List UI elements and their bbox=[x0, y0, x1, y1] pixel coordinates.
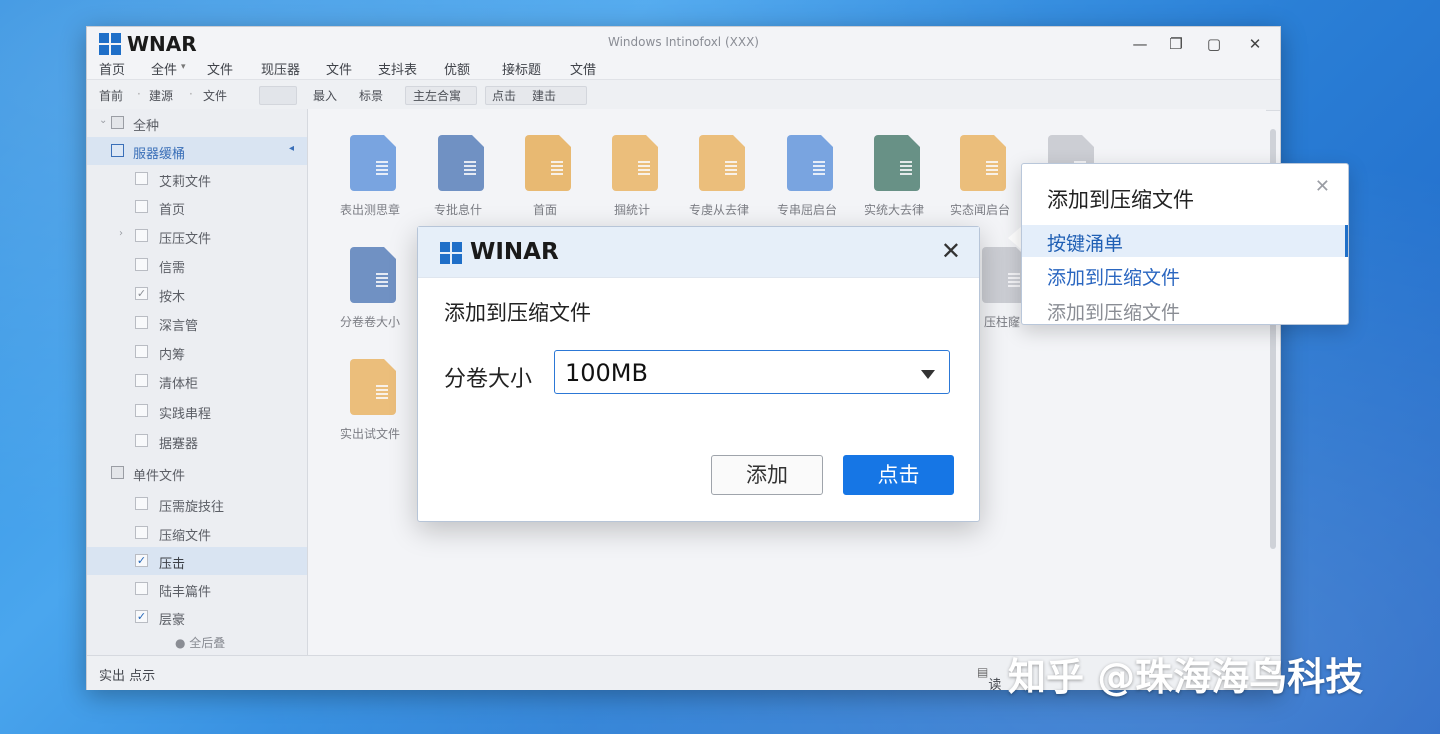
menu-item[interactable]: 首页 bbox=[99, 59, 125, 78]
toolbar-action[interactable]: 点击 bbox=[492, 87, 516, 104]
checkbox[interactable] bbox=[135, 497, 148, 510]
sidebar-item-server[interactable]: 服器缓桶 ◂ bbox=[87, 137, 307, 165]
dialog-brand: WINAR bbox=[470, 239, 559, 265]
window-title: Windows Intinofoxl (XXX) bbox=[608, 35, 759, 49]
sidebar-item[interactable]: 深言管 bbox=[87, 309, 307, 337]
chevron-down-icon: ▾ bbox=[181, 62, 186, 72]
title-bar: WNAR Windows Intinofoxl (XXX) — ❐ ▢ ✕ bbox=[87, 27, 1280, 61]
sidebar-item[interactable]: 内筹 bbox=[87, 338, 307, 366]
popup-title: 添加到压缩文件 bbox=[1047, 188, 1194, 212]
checkbox[interactable] bbox=[135, 404, 148, 417]
checkbox[interactable] bbox=[135, 526, 148, 539]
checkbox[interactable]: ✓ bbox=[135, 554, 148, 567]
add-to-archive-dialog: WINAR ✕ 添加到压缩文件 分卷大小 100MB 添加 点击 bbox=[417, 226, 980, 522]
sidebar-item[interactable]: ✓ 层豪 bbox=[87, 603, 307, 631]
volume-size-select[interactable]: 100MB bbox=[554, 350, 950, 394]
sidebar-footer[interactable]: ● 全后叠 bbox=[87, 631, 307, 655]
separator: · bbox=[137, 87, 141, 101]
popup-item[interactable]: 添加到压缩文件 bbox=[1022, 294, 1348, 324]
checkbox[interactable] bbox=[135, 258, 148, 271]
sidebar-item[interactable]: 信需 bbox=[87, 251, 307, 279]
close-icon[interactable]: ✕ bbox=[941, 237, 961, 265]
sidebar-item-all[interactable]: ⌄ 全种 bbox=[87, 109, 307, 137]
maximize-button[interactable]: ▢ bbox=[1201, 33, 1227, 55]
checkbox[interactable] bbox=[135, 582, 148, 595]
menu-item[interactable]: 文件 bbox=[326, 59, 352, 78]
chevron-down-icon bbox=[921, 370, 935, 379]
checkbox[interactable] bbox=[135, 316, 148, 329]
sidebar-item[interactable]: › 压压文件 bbox=[87, 222, 307, 250]
volume-size-value: 100MB bbox=[565, 359, 648, 387]
sidebar-item[interactable]: 据蹇器 bbox=[87, 427, 307, 455]
close-icon[interactable]: ✕ bbox=[1315, 176, 1330, 197]
checkbox[interactable] bbox=[135, 200, 148, 213]
status-right: ▤ 读 bbox=[977, 665, 1002, 693]
toolbar-view[interactable]: 标景 bbox=[359, 87, 383, 104]
sidebar-item[interactable]: 清体柜 bbox=[87, 367, 307, 395]
menu-item[interactable]: 文借 bbox=[570, 59, 596, 78]
checkbox[interactable] bbox=[135, 345, 148, 358]
menu-item[interactable]: 优额 bbox=[444, 59, 470, 78]
sidebar-item[interactable]: 首页 bbox=[87, 193, 307, 221]
restore-button[interactable]: ❐ bbox=[1163, 33, 1189, 55]
checkbox[interactable] bbox=[135, 374, 148, 387]
checkbox[interactable] bbox=[135, 172, 148, 185]
menu-item[interactable]: 全件 bbox=[151, 59, 177, 78]
sidebar-item[interactable]: ✓ 按木 bbox=[87, 280, 307, 308]
view-toggle[interactable] bbox=[259, 86, 297, 105]
watermark-text: 知乎 @珠海海鸟科技 bbox=[1008, 655, 1364, 699]
checkbox[interactable] bbox=[135, 434, 148, 447]
popup-item[interactable]: 按键涌单 bbox=[1022, 225, 1348, 257]
checkbox[interactable]: ✓ bbox=[135, 610, 148, 623]
checkbox[interactable]: ✓ bbox=[135, 287, 148, 300]
menu-item[interactable]: 文件 bbox=[207, 59, 233, 78]
toolbar-nav[interactable]: 文件 bbox=[203, 87, 227, 104]
checkbox[interactable] bbox=[135, 229, 148, 242]
menu-item[interactable]: 现压器 bbox=[261, 59, 300, 78]
sidebar-item[interactable]: 压缩文件 bbox=[87, 519, 307, 547]
sidebar-item[interactable]: 压需旋技往 bbox=[87, 490, 307, 518]
dialog-title-bar: WINAR ✕ bbox=[418, 227, 979, 278]
sidebar-item[interactable]: 艾莉文件 bbox=[87, 165, 307, 193]
sidebar-item[interactable]: 实践串程 bbox=[87, 397, 307, 425]
confirm-button[interactable]: 点击 bbox=[843, 455, 954, 495]
toolbar-view[interactable]: 最入 bbox=[313, 87, 337, 104]
minimize-button[interactable]: — bbox=[1127, 33, 1153, 55]
add-button[interactable]: 添加 bbox=[711, 455, 823, 495]
sidebar-item[interactable]: 陆丰篇件 bbox=[87, 575, 307, 603]
volume-size-label: 分卷大小 bbox=[444, 367, 533, 392]
toolbar-nav[interactable]: 建源 bbox=[149, 87, 173, 104]
toolbar-action[interactable]: 主左合寓 bbox=[413, 87, 461, 104]
sidebar-item-single-files[interactable]: 单件文件 bbox=[87, 459, 307, 487]
toolbar-action[interactable]: 建击 bbox=[532, 87, 556, 104]
status-text: 实出 点示 bbox=[99, 669, 156, 684]
menu-item[interactable]: 支抖表 bbox=[378, 59, 417, 78]
popup-item[interactable]: 添加到压缩文件 bbox=[1022, 259, 1348, 291]
popup-pointer bbox=[1008, 226, 1022, 250]
toolbar: 首前 · 建源 · 文件 最入 标景 主左合寓 点击 建击 bbox=[87, 79, 1280, 111]
sidebar-tree: ⌄ 全种 服器缓桶 ◂ 艾莉文件 首页 › 压压文件 信需 ✓ 按木 深言管 内筹 … bbox=[87, 109, 308, 655]
menu-bar: 首页 全件 ▾ 文件 现压器 文件 支抖表 优额 接标题 文借 bbox=[87, 57, 1280, 79]
toolbar-nav[interactable]: 首前 bbox=[99, 87, 123, 104]
separator: · bbox=[189, 87, 193, 101]
sidebar-item[interactable]: ✓ 压击 bbox=[87, 547, 307, 575]
dialog-heading: 添加到压缩文件 bbox=[444, 301, 591, 325]
windows-logo-icon bbox=[440, 242, 462, 264]
close-window-button[interactable]: ✕ bbox=[1242, 33, 1268, 55]
menu-item[interactable]: 接标题 bbox=[502, 59, 541, 78]
context-popup: 添加到压缩文件 ✕ 按键涌单 添加到压缩文件 添加到压缩文件 bbox=[1021, 163, 1349, 325]
